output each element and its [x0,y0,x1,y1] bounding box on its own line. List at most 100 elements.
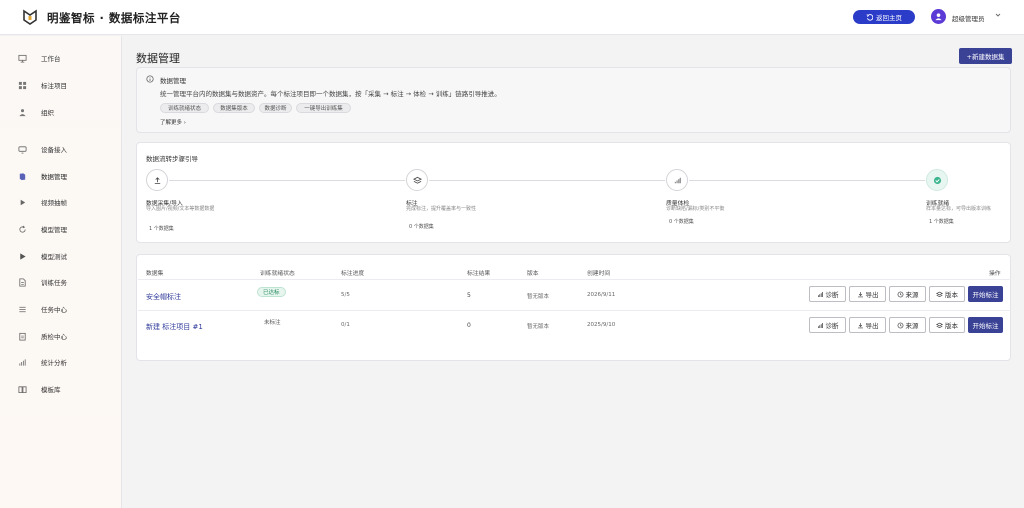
version-label: 版本 [945,322,958,330]
diagnose-label: 诊断 [825,291,839,299]
row-divider [138,310,1011,311]
diagnose-button[interactable]: 诊断 [809,317,846,333]
step-1-desc: 导入图片/视频/文本等数据数据 [146,206,215,212]
sidebar-item-devices[interactable]: 设备接入 [0,140,122,158]
grid-icon [18,81,27,89]
column-header: 标注进度 [341,271,365,277]
database-icon [19,172,26,180]
version-button[interactable]: 版本 [929,286,965,302]
status-badge: 未标注 [264,320,281,326]
dataset-name-link[interactable]: 新建 标注项目 #1 [146,322,203,332]
home-button[interactable]: 返回主页 [853,10,915,24]
dataset-name-link[interactable]: 安全帽标注 [146,292,181,302]
user-name[interactable]: 超级管理员 [952,13,985,23]
layers-icon [936,322,943,328]
sidebar-item-label: 统计分析 [41,359,67,367]
device-icon [18,145,27,154]
play-icon [20,199,26,205]
sidebar-item-data-management[interactable]: 数据管理 [0,167,122,185]
info-description: 统一管理平台内的数据集与数据资产。每个标注项目即一个数据集，按「采集 → 标注 … [160,90,501,98]
step-4-circle[interactable] [926,169,948,191]
play-solid-icon [20,252,26,260]
source-button[interactable]: 来源 [889,286,926,302]
sidebar-item-models[interactable]: 模型管理 [0,220,122,238]
results-cell: 0 [467,322,471,329]
diagnose-button[interactable]: 诊断 [809,286,846,302]
chip-dataset-version[interactable]: 数据集版本 [213,103,255,113]
download-icon [857,322,863,328]
source-label: 来源 [905,291,919,299]
export-button[interactable]: 导出 [849,286,886,302]
chip-export-training-set[interactable]: 一键导出训练集 [296,103,351,113]
step-2-desc: 完成标注，提升覆盖率与一致性 [406,206,477,212]
column-header: 操作 [989,271,1001,277]
sidebar-item-label: 任务中心 [41,306,67,314]
sidebar-item-label: 训练任务 [41,279,67,287]
sidebar-item-training[interactable]: 训练任务 [0,273,122,291]
list-icon [19,306,26,312]
export-label: 导出 [865,291,879,299]
sidebar-item-label: 标注项目 [41,82,67,90]
return-icon [866,13,873,21]
top-bar: 明鉴智标 · 数据标注平台 返回主页 超级管理员 [0,0,1024,35]
download-icon [857,291,863,297]
created-cell: 2025/9/10 [587,322,616,328]
history-icon [897,322,903,328]
user-icon [935,13,942,21]
refresh-icon [19,225,26,233]
step-2-count: 0 个数据集 [409,224,434,230]
start-annotation-button[interactable]: 开始标注 [968,317,1003,333]
export-button[interactable]: 导出 [849,317,886,333]
sidebar: 工作台 标注项目 组织 设备接入 数据管理 视频抽帧 模型管理 模型测试 训练任… [0,36,122,508]
avatar[interactable] [931,9,946,24]
sidebar-item-statistics[interactable]: 统计分析 [0,353,122,371]
step-3-count: 0 个数据集 [669,219,694,225]
sidebar-item-task-center[interactable]: 任务中心 [0,300,122,318]
sidebar-item-label: 模板库 [41,386,61,394]
page-title: 数据管理 [136,52,180,65]
version-cell: 暂无版本 [527,294,550,300]
info-icon [146,75,154,83]
people-icon [19,108,26,116]
flow-guide-panel: 数据流转步骤引导 数据采集/导入 导入图片/视频/文本等数据数据 1 个数据集 … [136,142,1011,243]
sidebar-item-video-frames[interactable]: 视频抽帧 [0,193,122,211]
sidebar-item-label: 视频抽帧 [41,199,67,207]
sidebar-item-org[interactable]: 组织 [0,103,122,121]
chevron-down-icon[interactable] [995,12,1001,18]
start-annotation-button[interactable]: 开始标注 [968,286,1003,302]
chip-training-ready[interactable]: 训练就绪状态 [160,103,209,113]
new-dataset-button[interactable]: +新建数据集 [959,48,1012,64]
step-4-desc: 样本量达标，可导出版本训练 [926,206,992,212]
bar-chart-icon [817,322,823,328]
monitor-icon [18,54,27,63]
sidebar-item-templates[interactable]: 模板库 [0,380,122,398]
flow-connector [429,180,665,181]
source-button[interactable]: 来源 [889,317,926,333]
bar-chart-icon [817,291,823,297]
upload-icon [154,176,160,184]
created-cell: 2026/9/11 [587,292,616,298]
version-button[interactable]: 版本 [929,317,965,333]
step-3-circle[interactable] [666,169,688,191]
layers-icon [936,291,943,297]
bar-chart-icon [674,177,681,183]
info-title: 数据管理 [160,77,186,85]
chip-data-diagnosis[interactable]: 数据诊断 [259,103,292,113]
learn-more-link[interactable]: 了解更多 › [160,118,186,126]
progress-cell: 0/1 [341,322,350,328]
sidebar-item-label: 数据管理 [41,173,67,181]
column-header: 标注结果 [467,271,491,277]
sidebar-item-model-test[interactable]: 模型测试 [0,247,122,265]
step-4-count: 1 个数据集 [929,219,954,225]
step-2-circle[interactable] [406,169,428,191]
flow-title: 数据流转步骤引导 [146,155,198,163]
sidebar-item-label: 工作台 [41,55,61,63]
flow-connector [169,180,405,181]
column-header: 创建时间 [587,271,611,277]
version-cell: 暂无版本 [527,324,550,330]
version-label: 版本 [945,291,958,299]
sidebar-item-workbench[interactable]: 工作台 [0,49,122,67]
step-1-circle[interactable] [146,169,168,191]
sidebar-item-projects[interactable]: 标注项目 [0,76,122,94]
sidebar-item-qc-center[interactable]: 质检中心 [0,327,122,345]
